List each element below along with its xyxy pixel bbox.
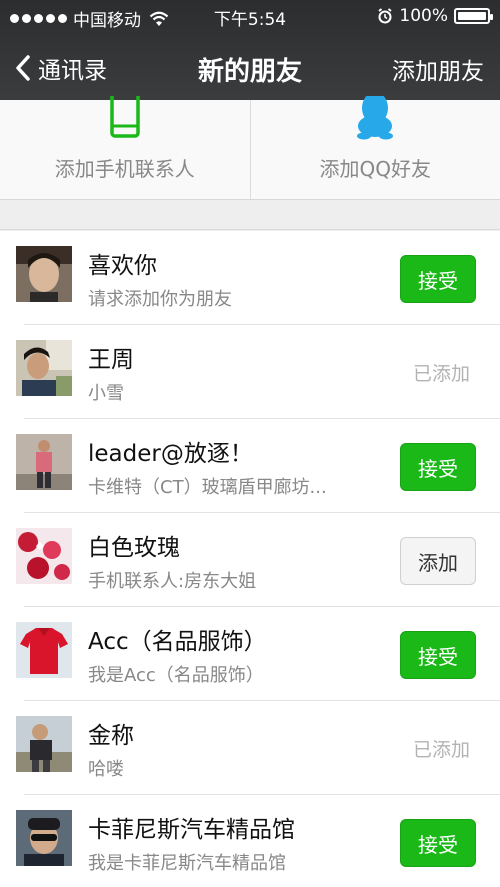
request-message: 我是卡菲尼斯汽车精品馆 [88,853,286,874]
alarm-icon [378,8,393,24]
phone-icon [110,96,140,138]
list-item[interactable]: 喜欢你 请求添加你为朋友 接受 [0,231,500,325]
contact-name: 白色玫瑰 [88,535,180,561]
top-bar: 中国移动 下午5:54 100% 通讯录 新的朋友 添加朋友 [0,0,500,100]
list-item[interactable]: 卡菲尼斯汽车精品馆 我是卡菲尼斯汽车精品馆 接受 [0,795,500,887]
battery-icon [454,8,493,24]
add-phone-contacts-label: 添加手机联系人 [54,157,195,181]
add-friend-button[interactable]: 添加朋友 [392,52,484,86]
avatar [16,622,72,678]
list-item[interactable]: 金称 哈喽 已添加 [0,701,500,795]
avatar [16,246,72,302]
accept-button[interactable]: 接受 [400,631,476,679]
list-item[interactable]: Acc（名品服饰） 我是Acc（名品服饰） 接受 [0,607,500,701]
avatar [16,810,72,866]
add-qq-friends-option[interactable]: 添加QQ好友 [249,96,500,199]
friend-request-list: 喜欢你 请求添加你为朋友 接受 王周 小雪 已添加 leader@放逐！ 卡维特… [0,231,500,887]
accept-button[interactable]: 接受 [400,255,476,303]
status-bar: 中国移动 下午5:54 100% [0,0,500,32]
nav-bar: 通讯录 新的朋友 添加朋友 [0,32,500,100]
contact-name: leader@放逐！ [88,441,253,467]
add-options: 添加手机联系人 添加QQ好友 [0,96,500,200]
status-right: 100% [377,6,493,26]
list-item[interactable]: 王周 小雪 已添加 [0,325,500,419]
request-message: 请求添加你为朋友 [88,289,232,310]
add-button[interactable]: 添加 [400,537,476,585]
request-message: 小雪 [88,383,124,404]
battery-percent: 100% [399,6,448,26]
accept-button[interactable]: 接受 [400,443,476,491]
added-status: 已添加 [412,739,470,761]
section-separator [0,200,500,230]
request-message: 我是Acc（名品服饰） [88,665,264,686]
request-message: 手机联系人:房东大姐 [88,571,257,592]
list-item[interactable]: leader@放逐！ 卡维特（CT）玻璃盾甲廊坊... 接受 [0,419,500,513]
list-item[interactable]: 白色玫瑰 手机联系人:房东大姐 添加 [0,513,500,607]
contact-name: 金称 [88,723,134,749]
contact-name: Acc（名品服饰） [88,629,267,655]
request-message: 哈喽 [88,759,124,780]
qq-penguin-icon [357,96,394,140]
add-phone-contacts-option[interactable]: 添加手机联系人 [0,96,250,199]
avatar [16,528,72,584]
contact-name: 王周 [88,347,134,373]
contact-name: 喜欢你 [88,253,157,279]
avatar [16,434,72,490]
contact-name: 卡菲尼斯汽车精品馆 [88,817,295,843]
add-qq-friends-label: 添加QQ好友 [319,157,431,181]
avatar [16,340,72,396]
added-status: 已添加 [412,363,470,385]
accept-button[interactable]: 接受 [400,819,476,867]
request-message: 卡维特（CT）玻璃盾甲廊坊... [88,477,327,498]
avatar [16,716,72,772]
